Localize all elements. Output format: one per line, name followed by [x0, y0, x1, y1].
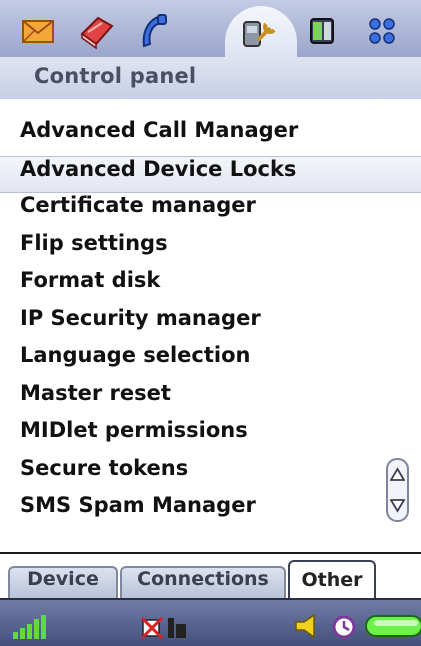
tab-device[interactable]: Device — [8, 566, 118, 600]
list-item[interactable]: Advanced Call Manager — [0, 118, 421, 156]
list-item-label: Advanced Device Locks — [20, 156, 297, 181]
list-item[interactable]: IP Security manager — [0, 306, 421, 344]
list-item[interactable]: SMS Spam Manager — [0, 493, 421, 531]
scroll-up-icon[interactable] — [390, 464, 405, 486]
tab-label: Connections — [137, 568, 269, 590]
scroll-down-icon[interactable] — [390, 494, 405, 516]
multimedia-icon[interactable] — [304, 12, 344, 50]
tab-label: Other — [301, 569, 363, 591]
no-sim-card-icon — [140, 616, 186, 640]
list-item-label: Advanced Call Manager — [20, 118, 299, 142]
tab-connections[interactable]: Connections — [120, 566, 286, 600]
list-item-label: Master reset — [20, 380, 171, 405]
tab-label: Device — [27, 568, 99, 590]
list-item[interactable]: MIDlet permissions — [0, 418, 421, 456]
contacts-icon[interactable] — [76, 12, 116, 50]
messaging-icon[interactable] — [18, 12, 58, 50]
list-item-label: Secure tokens — [20, 455, 189, 480]
list-item-label: Certificate manager — [20, 193, 256, 217]
tab-other[interactable]: Other — [288, 560, 376, 600]
list-item-label: IP Security manager — [20, 305, 261, 330]
status-bar — [0, 600, 421, 646]
list-item-selected[interactable]: Advanced Device Locks — [0, 155, 421, 193]
list-item-label: MIDlet permissions — [20, 418, 248, 442]
list-item[interactable]: Certificate manager — [0, 193, 421, 231]
list-item-label: Flip settings — [20, 230, 168, 255]
volume-icon — [295, 613, 315, 639]
app-bar — [0, 0, 421, 57]
list-item-label: Format disk — [20, 268, 161, 292]
page-title: Control panel — [34, 64, 197, 88]
list-item[interactable]: Format disk — [0, 268, 421, 306]
phone-icon[interactable] — [134, 12, 174, 50]
list-item[interactable]: Language selection — [0, 343, 421, 381]
applications-icon[interactable] — [362, 12, 402, 50]
battery-icon — [365, 615, 421, 637]
list-item-label: SMS Spam Manager — [20, 493, 256, 517]
settings-list: Advanced Call Manager Advanced Device Lo… — [0, 118, 421, 531]
list-item-label: Language selection — [20, 343, 251, 367]
alarm-clock-icon — [332, 615, 356, 639]
list-item[interactable]: Secure tokens — [0, 456, 421, 494]
scroll-control — [386, 458, 409, 522]
signal-strength-icon — [13, 615, 46, 639]
list-item[interactable]: Master reset — [0, 381, 421, 419]
control-panel-icon[interactable] — [240, 12, 280, 50]
list-item[interactable]: Flip settings — [0, 231, 421, 269]
